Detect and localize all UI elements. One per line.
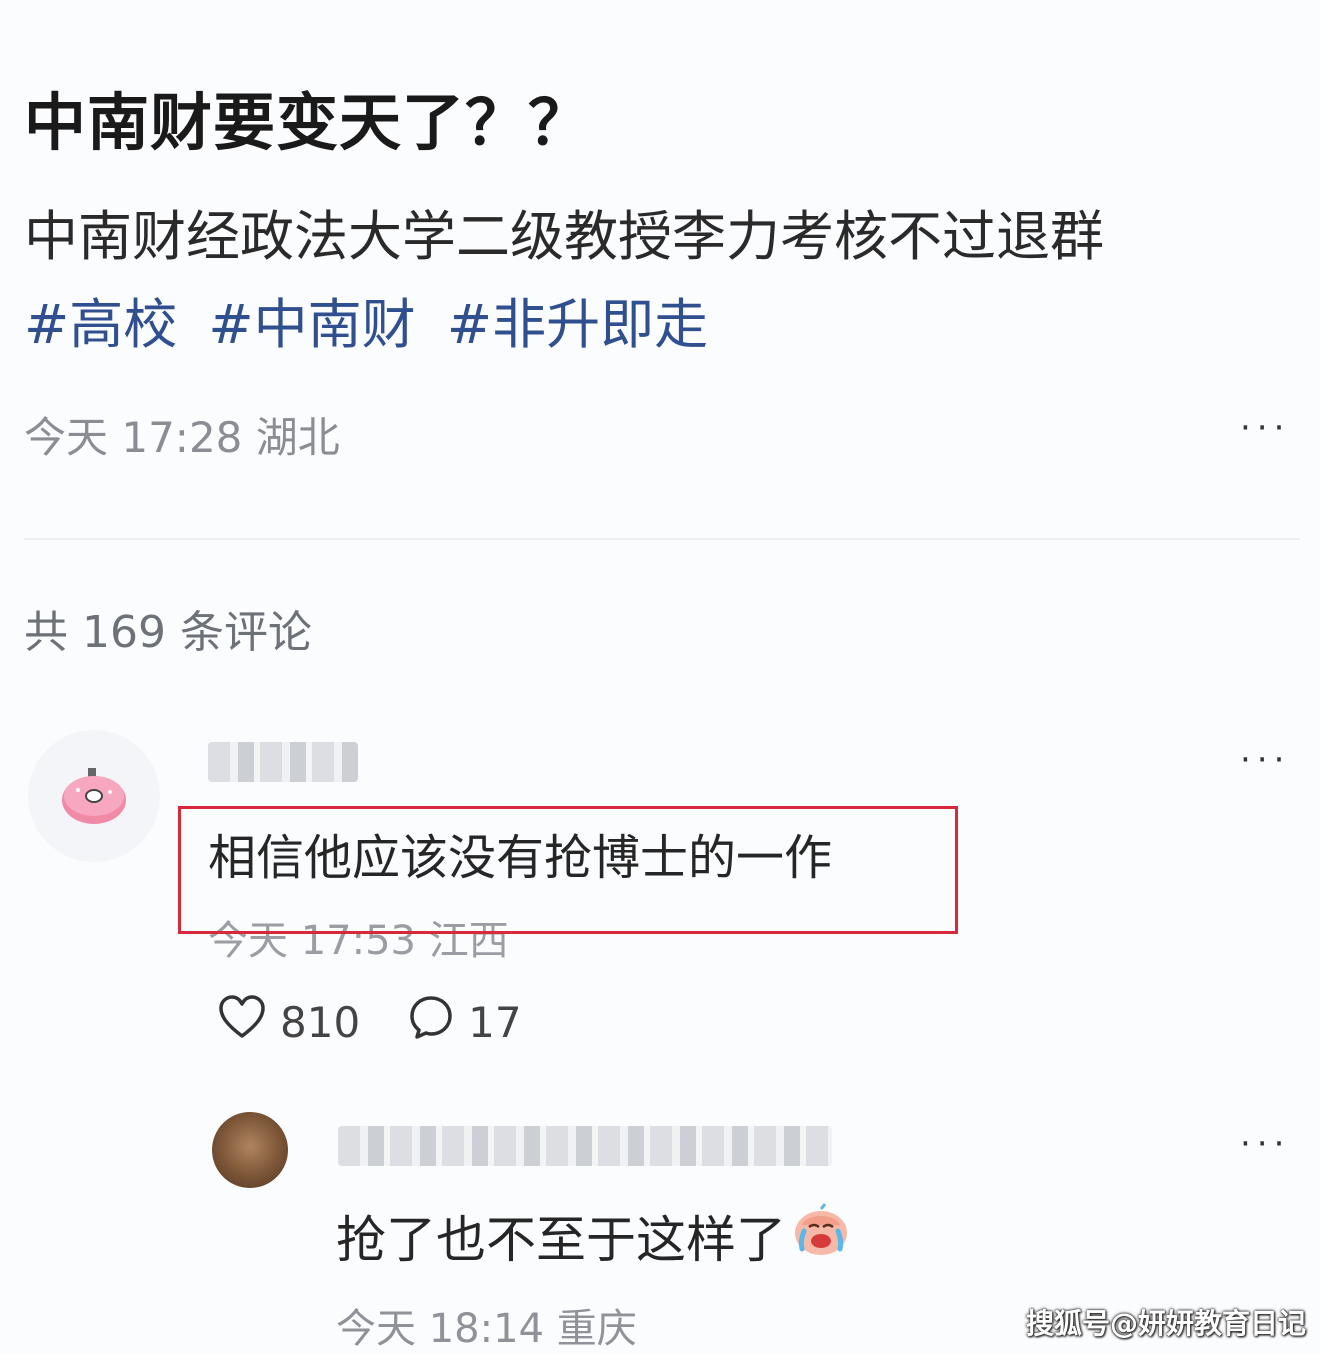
comment-more-button[interactable]: ··· bbox=[1240, 740, 1290, 780]
highlight-box bbox=[178, 806, 958, 934]
tag-link[interactable]: #中南财 bbox=[208, 293, 415, 356]
like-icon[interactable] bbox=[218, 994, 266, 1050]
watermark: 搜狐号@妍妍教育日记 bbox=[1026, 1307, 1307, 1340]
tag-link[interactable]: #高校 bbox=[24, 293, 177, 356]
reply-meta: 今天 18:14 重庆 bbox=[336, 1306, 637, 1352]
donut-avatar-icon bbox=[62, 768, 126, 824]
post-body: 中南财经政法大学二级教授李力考核不过退群 bbox=[24, 205, 1104, 268]
tag-link[interactable]: #非升即走 bbox=[447, 293, 708, 356]
like-count: 810 bbox=[280, 997, 361, 1047]
post-meta: 今天 17:28 湖北 bbox=[24, 413, 340, 462]
avatar[interactable] bbox=[28, 730, 160, 862]
reply-icon[interactable] bbox=[408, 994, 454, 1050]
reply-count: 17 bbox=[468, 997, 522, 1047]
post-title: 中南财要变天了？？ bbox=[24, 86, 592, 159]
post-tags: #高校 #中南财 #非升即走 bbox=[24, 280, 722, 359]
username-blurred[interactable] bbox=[338, 1126, 832, 1166]
reply-more-button[interactable]: ··· bbox=[1240, 1124, 1290, 1164]
post-more-button[interactable]: ··· bbox=[1240, 408, 1290, 448]
crying-emoji-icon bbox=[792, 1203, 850, 1269]
reply-text: 抢了也不至于这样了 bbox=[336, 1211, 786, 1269]
comment-actions: 810 17 bbox=[218, 994, 522, 1050]
username-blurred[interactable] bbox=[208, 742, 358, 782]
divider bbox=[24, 538, 1300, 540]
comment-count: 共 169 条评论 bbox=[24, 607, 312, 658]
reply-text-row: 抢了也不至于这样了 bbox=[336, 1200, 850, 1272]
avatar[interactable] bbox=[212, 1112, 288, 1188]
